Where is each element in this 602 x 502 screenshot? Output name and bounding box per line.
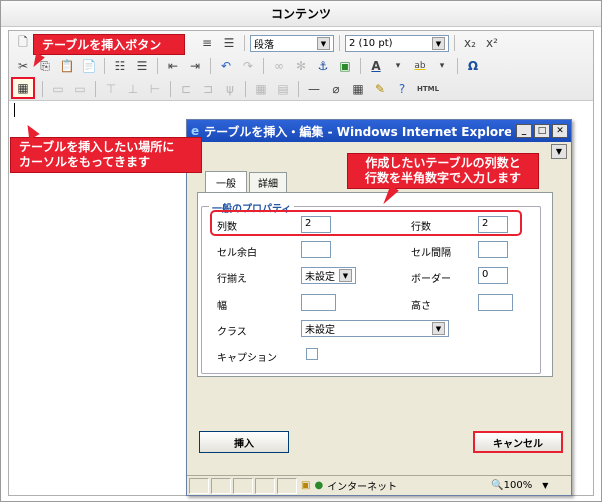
tab-general[interactable]: 一般 [205,171,247,193]
table-row-props-icon[interactable]: ▭ [48,79,68,99]
outdent-icon[interactable]: ⇤ [163,56,183,76]
tab-advanced[interactable]: 詳細 [249,172,287,192]
ie-status-bar: ▣ ● インターネット 🔍 100% ▼ [187,475,571,495]
new-document-icon[interactable]: 🗋 [13,33,33,53]
zoom-icon[interactable]: 🔍 [491,480,503,491]
rows-cols-highlight [210,210,522,236]
redo-icon[interactable]: ↷ [238,56,258,76]
justify-left-icon[interactable]: ≡ [197,33,217,53]
highlight-color-icon[interactable]: ab [410,56,430,76]
align-select[interactable]: 未設定 ▼ [301,267,356,284]
indent-icon[interactable]: ⇥ [185,56,205,76]
chevron-down-icon: ▼ [432,322,445,335]
anchor-icon[interactable]: ⚓ [313,56,333,76]
globe-icon: ● [314,480,324,491]
bullet-list-icon[interactable]: ☷ [110,56,130,76]
font-size-select[interactable]: 2 (10 pt) ▼ [345,34,449,52]
insert-col-after-icon[interactable]: ⊐ [198,79,218,99]
horizontal-rule-icon[interactable]: — [304,79,324,99]
text-cursor [14,103,15,117]
border-input[interactable]: 0 [478,267,508,284]
minimize-icon[interactable]: _ [516,124,532,138]
subscript-icon[interactable]: x₂ [460,33,480,53]
cellspacing-label: セル間隔 [411,248,451,259]
insert-row-before-icon[interactable]: ⊤ [101,79,121,99]
table-cell-props-icon[interactable]: ▭ [70,79,90,99]
format-select[interactable]: 段落 ▼ [250,34,334,52]
zoom-level[interactable]: 100% [504,480,533,491]
width-label: 幅 [217,301,227,312]
ie-logo-icon: e [191,124,200,138]
insert-row-after-icon[interactable]: ⊥ [123,79,143,99]
insert-table-button[interactable]: ▦ [11,77,35,99]
cellpadding-label: セル余白 [217,248,257,259]
insert-col-before-icon[interactable]: ⊏ [176,79,196,99]
numbered-list-icon[interactable]: ☰ [132,56,152,76]
callout-cursor: テーブルを挿入したい場所に カーソルをもってきます [10,121,202,173]
lock-icon: ▣ [301,480,311,491]
link-icon[interactable]: ∞ [269,56,289,76]
insert-button[interactable]: 挿入 [199,431,289,453]
undo-icon[interactable]: ↶ [216,56,236,76]
justify-full-icon[interactable]: ☰ [219,33,239,53]
merge-cells-icon[interactable]: ▤ [273,79,293,99]
cleanup-icon[interactable]: ✎ [370,79,390,99]
page-title: コンテンツ [1,1,601,27]
chevron-down-icon: ▼ [317,36,330,50]
chevron-down-icon[interactable]: ▼ [551,144,567,159]
delete-col-icon[interactable]: ψ [220,79,240,99]
callout-table-button: テーブルを挿入ボタン [29,34,185,70]
chevron-down-icon: ▼ [339,269,352,282]
paste-text-icon[interactable]: 📄 [79,56,99,76]
height-label: 高さ [411,301,431,312]
table-icon: ▦ [17,81,29,95]
cellspacing-input[interactable] [478,241,508,258]
height-input[interactable] [478,294,513,311]
chevron-down-icon: ▼ [432,36,445,50]
maximize-icon[interactable]: □ [534,124,550,138]
cellpadding-input[interactable] [301,241,331,258]
caption-checkbox[interactable] [306,348,318,360]
align-label: 行揃え [217,274,247,285]
border-label: ボーダー [411,274,451,285]
unlink-icon[interactable]: ✻ [291,56,311,76]
dialog-titlebar[interactable]: e テーブルを挿入・編集 - Windows Internet Explorer… [187,120,571,142]
chevron-down-icon[interactable]: ▼ [542,481,548,490]
chevron-down-icon[interactable]: ▾ [432,56,452,76]
remove-format-icon[interactable]: ⌀ [326,79,346,99]
cancel-button[interactable]: キャンセル [473,431,563,453]
text-color-icon[interactable]: A [366,56,386,76]
omega-special-char-icon[interactable]: Ω [463,56,483,76]
help-icon[interactable]: ? [392,79,412,99]
image-icon[interactable]: ▣ [335,56,355,76]
chevron-down-icon[interactable]: ▾ [388,56,408,76]
delete-row-icon[interactable]: ⊢ [145,79,165,99]
html-source-button[interactable]: HTML [417,85,439,93]
paste-icon[interactable]: 📋 [57,56,77,76]
class-label: クラス [217,327,247,338]
caption-label: キャプション [217,353,277,364]
status-zone: インターネット [327,482,398,493]
callout-dialog: 作成したいテーブルの列数と 行数を半角数字で入力します [347,153,539,208]
superscript-icon[interactable]: x² [482,33,502,53]
split-cells-icon[interactable]: ▦ [251,79,271,99]
class-select[interactable]: 未設定 ▼ [301,320,449,337]
cut-icon[interactable]: ✂ [13,56,33,76]
width-input[interactable] [301,294,336,311]
visual-aid-icon[interactable]: ▦ [348,79,368,99]
close-icon[interactable]: ✕ [552,124,568,138]
